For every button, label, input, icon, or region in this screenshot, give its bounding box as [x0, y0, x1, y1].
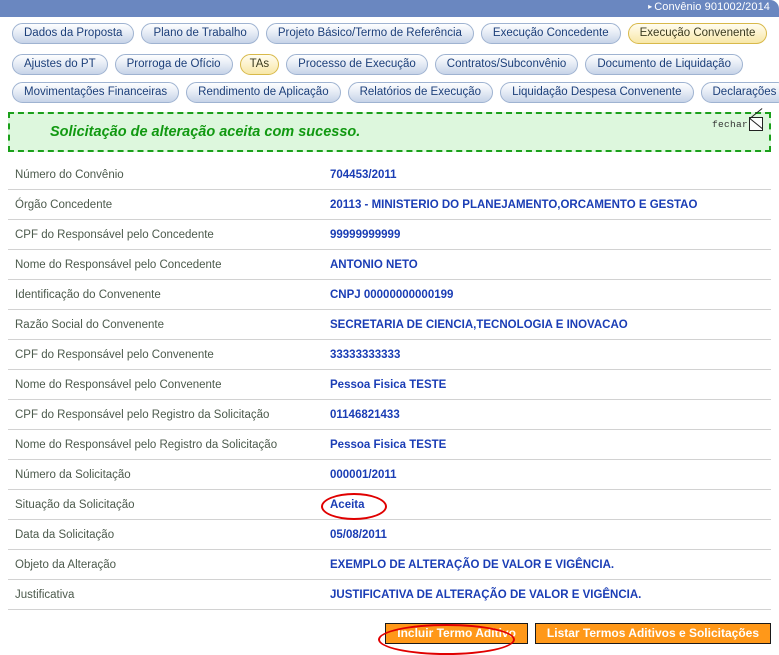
detail-row-label: Número da Solicitação: [8, 469, 330, 481]
detail-row-value-text: EXEMPLO DE ALTERAÇÃO DE VALOR E VIGÊNCIA…: [330, 559, 614, 571]
tab-execu-o-convenente[interactable]: Execução Convenente: [628, 23, 768, 44]
action-button-bar: Incluir Termo Aditivo Listar Termos Adit…: [8, 618, 771, 648]
detail-row-label: CPF do Responsável pelo Registro da Soli…: [8, 409, 330, 421]
detail-row-value: SECRETARIA DE CIENCIA,TECNOLOGIA E INOVA…: [330, 319, 771, 331]
detail-row: Nome do Responsável pelo ConcedenteANTON…: [8, 250, 771, 280]
detail-row-value: 99999999999: [330, 229, 771, 241]
detail-row-value-text: 05/08/2011: [330, 529, 387, 541]
detail-row-label: CPF do Responsável pelo Concedente: [8, 229, 330, 241]
convenio-detail-table: Número do Convênio704453/2011Órgão Conce…: [8, 160, 771, 610]
detail-row-value-text: 33333333333: [330, 349, 400, 361]
detail-row: Data da Solicitação05/08/2011: [8, 520, 771, 550]
tab-declara-es[interactable]: Declarações: [701, 82, 779, 103]
detail-row-label: Justificativa: [8, 589, 330, 601]
detail-row-value-text: ANTONIO NETO: [330, 259, 418, 271]
tab-processo-de-execu-o[interactable]: Processo de Execução: [286, 54, 428, 75]
primary-tab-row: Dados da Proposta Plano de Trabalho Projet…: [0, 17, 779, 44]
detail-row: Razão Social do ConvenenteSECRETARIA DE …: [8, 310, 771, 340]
detail-row-value: CNPJ 00000000000199: [330, 289, 771, 301]
secondary-tab-row-2: Movimentações Financeiras Rendimento de A…: [0, 75, 779, 103]
detail-row: Identificação do ConvenenteCNPJ 00000000…: [8, 280, 771, 310]
detail-row: Número da Solicitação000001/2011: [8, 460, 771, 490]
tab-liquida-o-despesa-convenente[interactable]: Liquidação Despesa Convenente: [500, 82, 693, 103]
detail-row-value: 000001/2011: [330, 469, 771, 481]
detail-row-label: Nome do Responsável pelo Registro da Sol…: [8, 439, 330, 451]
detail-row: Nome do Responsável pelo Registro da Sol…: [8, 430, 771, 460]
detail-row-value-text: Aceita: [330, 499, 365, 511]
detail-row-value: 01146821433: [330, 409, 771, 421]
detail-row-label: CPF do Responsável pelo Convenente: [8, 349, 330, 361]
incluir-termo-aditivo-button[interactable]: Incluir Termo Aditivo: [385, 623, 528, 644]
detail-row: Número do Convênio704453/2011: [8, 160, 771, 190]
detail-row-value-text: SECRETARIA DE CIENCIA,TECNOLOGIA E INOVA…: [330, 319, 628, 331]
detail-row-value-text: JUSTIFICATIVA DE ALTERAÇÃO DE VALOR E VI…: [330, 589, 641, 601]
detail-row-value: Pessoa Fisica TESTE: [330, 379, 771, 391]
detail-row-label: Nome do Responsável pelo Convenente: [8, 379, 330, 391]
success-banner: Solicitação de alteração aceita com suce…: [8, 112, 771, 152]
breadcrumb-label: Convênio 901002/2014: [654, 1, 770, 13]
detail-row-label: Objeto da Alteração: [8, 559, 330, 571]
listar-termos-aditivos-button[interactable]: Listar Termos Aditivos e Solicitações: [535, 623, 771, 644]
detail-row-label: Identificação do Convenente: [8, 289, 330, 301]
close-banner-label: fechar: [712, 119, 748, 130]
tab-plano-de-trabalho[interactable]: Plano de Trabalho: [141, 23, 258, 44]
detail-row-value: JUSTIFICATIVA DE ALTERAÇÃO DE VALOR E VI…: [330, 589, 771, 601]
detail-row: Situação da SolicitaçãoAceita: [8, 490, 771, 520]
tab-tas[interactable]: TAs: [240, 54, 280, 75]
detail-row-value-text: 000001/2011: [330, 469, 397, 481]
close-icon: [749, 117, 763, 131]
detail-row-value: 33333333333: [330, 349, 771, 361]
success-message: Solicitação de alteração aceita com suce…: [50, 124, 360, 140]
tab-movimenta-es-financeiras[interactable]: Movimentações Financeiras: [12, 82, 179, 103]
detail-row-value-text: Pessoa Fisica TESTE: [330, 379, 446, 391]
detail-row-value: 704453/2011: [330, 169, 771, 181]
detail-row-value: ANTONIO NETO: [330, 259, 771, 271]
detail-row-label: Razão Social do Convenente: [8, 319, 330, 331]
detail-row: Nome do Responsável pelo ConvenentePesso…: [8, 370, 771, 400]
incluir-termo-aditivo-wrapper: Incluir Termo Aditivo: [378, 623, 528, 644]
detail-row-value-text: CNPJ 00000000000199: [330, 289, 453, 301]
detail-row: CPF do Responsável pelo Concedente999999…: [8, 220, 771, 250]
detail-row: JustificativaJUSTIFICATIVA DE ALTERAÇÃO …: [8, 580, 771, 610]
detail-row-label: Data da Solicitação: [8, 529, 330, 541]
app-header-bar: ▸Convênio 901002/2014: [0, 0, 779, 17]
detail-row-value: 05/08/2011: [330, 529, 771, 541]
detail-row: CPF do Responsável pelo Convenente333333…: [8, 340, 771, 370]
detail-row-value: Aceita: [330, 499, 771, 511]
tab-ajustes-do-pt[interactable]: Ajustes do PT: [12, 54, 108, 75]
detail-row-value: EXEMPLO DE ALTERAÇÃO DE VALOR E VIGÊNCIA…: [330, 559, 771, 571]
detail-row: Órgão Concedente20113 - MINISTERIO DO PL…: [8, 190, 771, 220]
breadcrumb-arrow-icon: ▸: [648, 2, 652, 11]
tab-contratos-subconv-nio[interactable]: Contratos/Subconvênio: [435, 54, 579, 75]
tab-relat-rios-de-execu-o[interactable]: Relatórios de Execução: [348, 82, 493, 103]
detail-row: CPF do Responsável pelo Registro da Soli…: [8, 400, 771, 430]
detail-row-value-text: Pessoa Fisica TESTE: [330, 439, 446, 451]
detail-row-value-text: 01146821433: [330, 409, 400, 421]
detail-row-label: Situação da Solicitação: [8, 499, 330, 511]
detail-row-value-text: 20113 - MINISTERIO DO PLANEJAMENTO,ORCAM…: [330, 199, 697, 211]
tab-projeto-b-sico-termo-de-refer-ncia[interactable]: Projeto Básico/Termo de Referência: [266, 23, 474, 44]
tab-documento-de-liquida-o[interactable]: Documento de Liquidação: [585, 54, 743, 75]
detail-row-value-text: 704453/2011: [330, 169, 397, 181]
detail-row-value: Pessoa Fisica TESTE: [330, 439, 771, 451]
detail-row-label: Órgão Concedente: [8, 199, 330, 211]
secondary-tab-row-1: Ajustes do PT Prorroga de Ofício TAs Proces…: [0, 44, 779, 75]
detail-row-value-text: 99999999999: [330, 229, 400, 241]
tab-execu-o-concedente[interactable]: Execução Concedente: [481, 23, 621, 44]
close-banner-button[interactable]: fechar: [712, 117, 763, 131]
detail-row-label: Nome do Responsável pelo Concedente: [8, 259, 330, 271]
detail-row: Objeto da AlteraçãoEXEMPLO DE ALTERAÇÃO …: [8, 550, 771, 580]
tab-prorroga-de-of-cio[interactable]: Prorroga de Ofício: [115, 54, 233, 75]
detail-row-label: Número do Convênio: [8, 169, 330, 181]
detail-row-value: 20113 - MINISTERIO DO PLANEJAMENTO,ORCAM…: [330, 199, 771, 211]
tab-rendimento-de-aplica-o[interactable]: Rendimento de Aplicação: [186, 82, 340, 103]
breadcrumb: ▸Convênio 901002/2014: [648, 1, 770, 13]
tab-dados-da-proposta[interactable]: Dados da Proposta: [12, 23, 134, 44]
